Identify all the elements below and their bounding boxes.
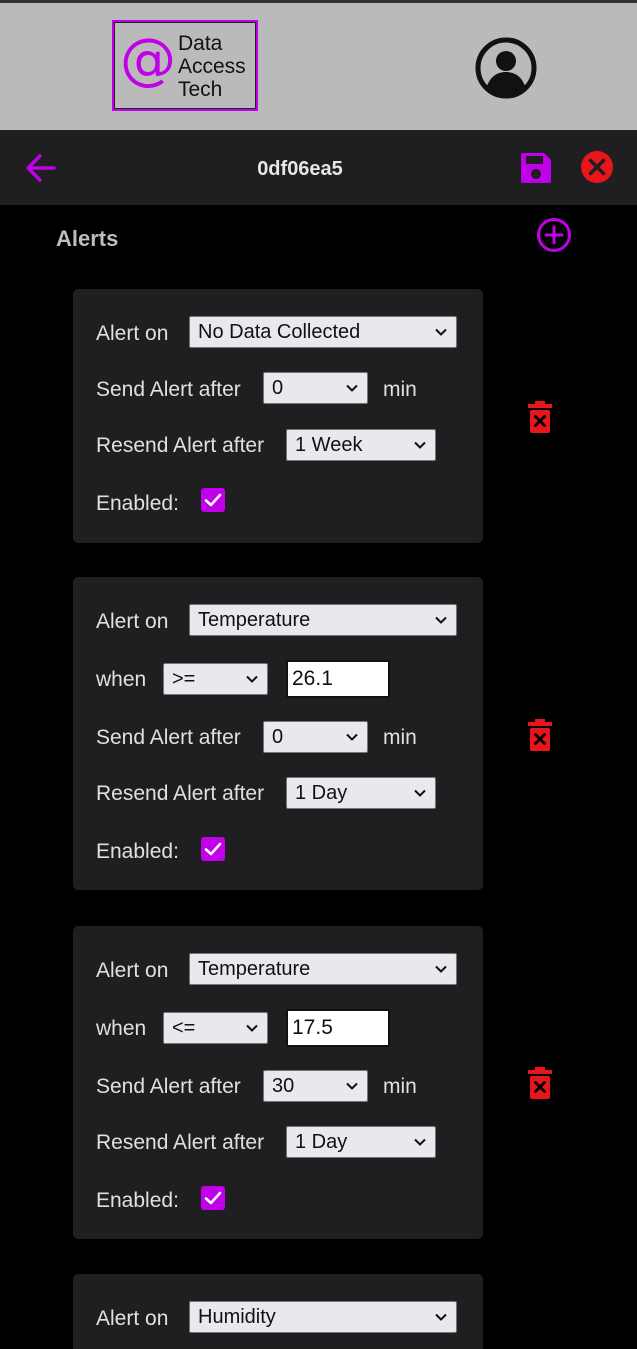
send-after-value: 0	[272, 377, 284, 399]
resend-after-label: Resend Alert after	[96, 782, 265, 805]
logo-text: Data Access Tech	[178, 32, 246, 101]
alert-on-label: Alert on	[96, 322, 169, 345]
threshold-input[interactable]: 17.5	[286, 1009, 390, 1047]
alert-card: Alert on Temperature when >= 26.1 Send A…	[73, 577, 483, 890]
chevron-down-icon	[346, 384, 358, 392]
send-after-select[interactable]: 0	[263, 372, 368, 404]
logo-line-1: Data	[178, 32, 223, 55]
min-unit-label: min	[383, 726, 417, 749]
send-after-label: Send Alert after	[96, 378, 241, 401]
page-title: 0df06ea5	[257, 158, 343, 180]
alert-on-value: Temperature	[198, 609, 311, 631]
send-after-value: 30	[272, 1075, 295, 1097]
resend-after-select[interactable]: 1 Day	[286, 1126, 436, 1158]
resend-after-label: Resend Alert after	[96, 1131, 265, 1154]
alert-on-select[interactable]: Humidity	[189, 1301, 457, 1333]
operator-value: <=	[172, 1017, 196, 1039]
resend-after-label: Resend Alert after	[96, 434, 265, 457]
check-icon	[204, 493, 222, 507]
send-after-label: Send Alert after	[96, 1075, 241, 1098]
send-after-select[interactable]: 30	[263, 1070, 368, 1102]
chevron-down-icon	[414, 789, 426, 797]
save-icon[interactable]	[519, 151, 553, 185]
operator-select[interactable]: >=	[163, 663, 268, 695]
enabled-checkbox[interactable]	[201, 1186, 225, 1210]
enabled-label: Enabled:	[96, 492, 179, 515]
chevron-down-icon	[414, 1138, 426, 1146]
check-icon	[204, 842, 222, 856]
resend-after-value: 1 Day	[295, 782, 348, 804]
alert-card: Alert on Temperature when <= 17.5 Send A…	[73, 926, 483, 1239]
chevron-down-icon	[435, 965, 447, 973]
resend-after-value: 1 Week	[295, 434, 363, 456]
alert-on-label: Alert on	[96, 959, 169, 982]
alert-card: Alert on Humidity	[73, 1274, 483, 1349]
send-after-label: Send Alert after	[96, 726, 241, 749]
min-unit-label: min	[383, 378, 417, 401]
enabled-label: Enabled:	[96, 1189, 179, 1212]
check-icon	[204, 1191, 222, 1205]
trash-icon[interactable]	[526, 1066, 554, 1100]
when-label: when	[96, 668, 147, 691]
section-title: Alerts	[56, 226, 119, 251]
threshold-input[interactable]: 26.1	[286, 660, 390, 698]
enabled-checkbox[interactable]	[201, 488, 225, 512]
trash-icon[interactable]	[526, 718, 554, 752]
alert-card: Alert on No Data Collected Send Alert af…	[73, 289, 483, 543]
min-unit-label: min	[383, 1075, 417, 1098]
logo-line-3: Tech	[178, 78, 223, 101]
alert-on-value: Humidity	[198, 1306, 276, 1328]
add-circle-icon[interactable]	[536, 217, 572, 253]
chevron-down-icon	[246, 675, 258, 683]
when-label: when	[96, 1017, 147, 1040]
chevron-down-icon	[414, 441, 426, 449]
chevron-down-icon	[435, 328, 447, 336]
chevron-down-icon	[435, 616, 447, 624]
alert-on-label: Alert on	[96, 610, 169, 633]
alert-on-value: No Data Collected	[198, 321, 361, 343]
top-bar	[0, 0, 637, 130]
resend-after-select[interactable]: 1 Day	[286, 777, 436, 809]
chevron-down-icon	[246, 1024, 258, 1032]
logo-at-symbol: @	[120, 27, 176, 92]
chevron-down-icon	[346, 733, 358, 741]
alert-on-label: Alert on	[96, 1307, 169, 1330]
enabled-checkbox[interactable]	[201, 837, 225, 861]
alert-on-select[interactable]: No Data Collected	[189, 316, 457, 348]
chevron-down-icon	[346, 1082, 358, 1090]
operator-select[interactable]: <=	[163, 1012, 268, 1044]
user-avatar-icon[interactable]	[474, 36, 538, 100]
alert-on-select[interactable]: Temperature	[189, 604, 457, 636]
chevron-down-icon	[435, 1313, 447, 1321]
trash-icon[interactable]	[526, 400, 554, 434]
enabled-label: Enabled:	[96, 840, 179, 863]
send-after-value: 0	[272, 726, 284, 748]
close-icon[interactable]	[580, 150, 614, 184]
logo-line-2: Access	[178, 55, 246, 78]
alert-on-select[interactable]: Temperature	[189, 953, 457, 985]
resend-after-select[interactable]: 1 Week	[286, 429, 436, 461]
resend-after-value: 1 Day	[295, 1131, 348, 1153]
operator-value: >=	[172, 668, 196, 690]
send-after-select[interactable]: 0	[263, 721, 368, 753]
logo[interactable]: @ Data Access Tech	[112, 20, 258, 111]
alert-on-value: Temperature	[198, 958, 311, 980]
